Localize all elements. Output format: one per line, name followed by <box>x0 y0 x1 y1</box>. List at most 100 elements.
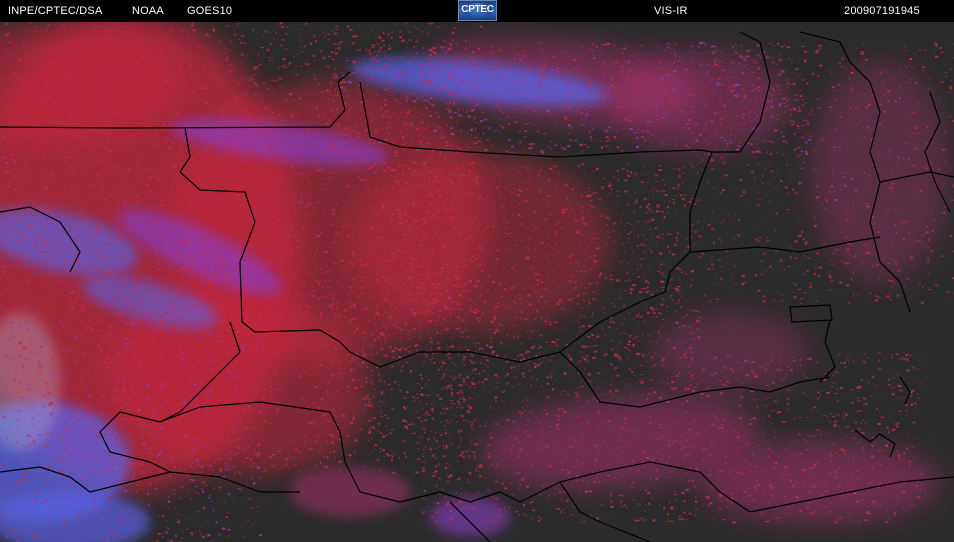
cloud-speck <box>425 333 429 335</box>
cloud-speck <box>342 283 344 286</box>
cloud-speck <box>414 171 417 173</box>
cloud-speck <box>221 440 225 442</box>
cloud-speck <box>624 279 627 282</box>
cloud-speck <box>189 64 192 67</box>
cloud-speck <box>377 42 378 45</box>
cloud-speck <box>433 292 436 295</box>
cloud-speck <box>297 173 300 176</box>
cloud-speck <box>460 295 463 298</box>
cloud-speck <box>251 164 254 167</box>
cloud-speck <box>433 236 435 238</box>
cloud-speck <box>387 32 390 35</box>
cloud-speck <box>17 129 20 132</box>
cloud-speck <box>431 104 433 106</box>
cloud-speck <box>135 229 137 230</box>
cloud-speck <box>245 215 247 216</box>
cloud-speck <box>60 318 62 320</box>
cloud-speck <box>22 237 26 240</box>
cloud-speck <box>313 234 317 236</box>
cloud-speck <box>639 339 641 341</box>
cloud-speck <box>271 465 274 467</box>
cloud-speck <box>315 172 317 174</box>
cloud-speck <box>41 283 43 285</box>
cloud-speck <box>90 236 93 238</box>
cloud-speck <box>335 108 339 111</box>
cloud-speck <box>299 201 303 204</box>
cloud-speck <box>305 468 307 471</box>
cloud-speck <box>193 392 196 394</box>
cloud-speck <box>627 312 630 314</box>
cloud-speck <box>302 294 304 297</box>
cloud-speck <box>527 294 531 297</box>
cloud-speck <box>223 395 225 397</box>
cloud-speck <box>252 28 255 31</box>
cloud-speck <box>400 189 404 191</box>
cloud-speck <box>402 143 406 145</box>
cloud-speck <box>363 397 367 400</box>
cloud-speck <box>643 288 647 289</box>
cloud-speck <box>451 235 453 237</box>
cloud-speck <box>460 285 464 288</box>
cloud-speck <box>269 144 272 147</box>
cloud-speck <box>220 269 224 271</box>
cloud-speck <box>424 299 427 302</box>
cloud-speck <box>303 259 305 261</box>
cloud-speck <box>71 219 74 221</box>
cloud-speck <box>575 213 576 216</box>
cloud-speck <box>209 294 212 297</box>
cloud-speck <box>413 100 417 103</box>
cloud-speck <box>118 313 122 316</box>
cloud-speck <box>25 136 29 139</box>
cloud-speck <box>371 451 373 453</box>
cloud-speck <box>387 166 391 169</box>
cloud-speck <box>577 251 579 252</box>
cloud-speck <box>160 282 163 285</box>
cloud-speck <box>303 223 305 225</box>
cloud-speck <box>202 244 205 246</box>
cloud-speck <box>405 182 409 185</box>
cloud-speck <box>49 310 52 312</box>
cloud-speck <box>544 246 547 248</box>
cloud-speck <box>190 277 192 279</box>
cloud-speck <box>166 457 169 460</box>
cloud-speck <box>373 118 375 120</box>
cloud-speck <box>243 461 245 463</box>
cloud-speck <box>262 194 264 197</box>
cloud-speck <box>74 172 77 175</box>
cloud-speck <box>295 66 297 67</box>
cloud-speck <box>355 203 358 205</box>
cloud-speck <box>438 237 442 240</box>
cloud-speck <box>441 190 443 192</box>
cloud-speck <box>406 420 408 423</box>
cloud-speck <box>403 234 407 237</box>
timestamp-label: 200907191945 <box>844 5 920 17</box>
cloud-speck <box>647 220 651 223</box>
cloud-speck <box>248 305 250 307</box>
cloud-speck <box>388 378 390 380</box>
cloud-speck <box>72 268 76 269</box>
cloud-speck <box>116 291 119 294</box>
cloud-speck <box>463 28 465 30</box>
cloud-speck <box>367 446 369 448</box>
cloud-speck <box>164 122 166 124</box>
cloud-speck <box>126 449 128 452</box>
cloud-speck <box>301 396 303 399</box>
cloud-speck <box>376 351 378 354</box>
cloud-speck <box>369 381 373 383</box>
cloud-speck <box>549 212 552 215</box>
cloud-speck <box>303 244 305 247</box>
cloud-speck <box>154 72 157 74</box>
cloud-speck <box>355 126 358 129</box>
cloud-speck <box>492 281 495 283</box>
cloud-speck <box>314 386 318 388</box>
cloud-speck <box>478 264 482 266</box>
cloud-speck <box>259 165 261 168</box>
cloud-speck <box>133 278 137 280</box>
cloud-speck <box>112 296 116 299</box>
cloud-speck <box>226 124 229 127</box>
cloud-speck <box>241 53 244 56</box>
cloud-speck <box>619 297 622 299</box>
cloud-speck <box>207 423 209 426</box>
cloud-speck <box>404 211 406 213</box>
cloud-speck <box>46 278 50 280</box>
